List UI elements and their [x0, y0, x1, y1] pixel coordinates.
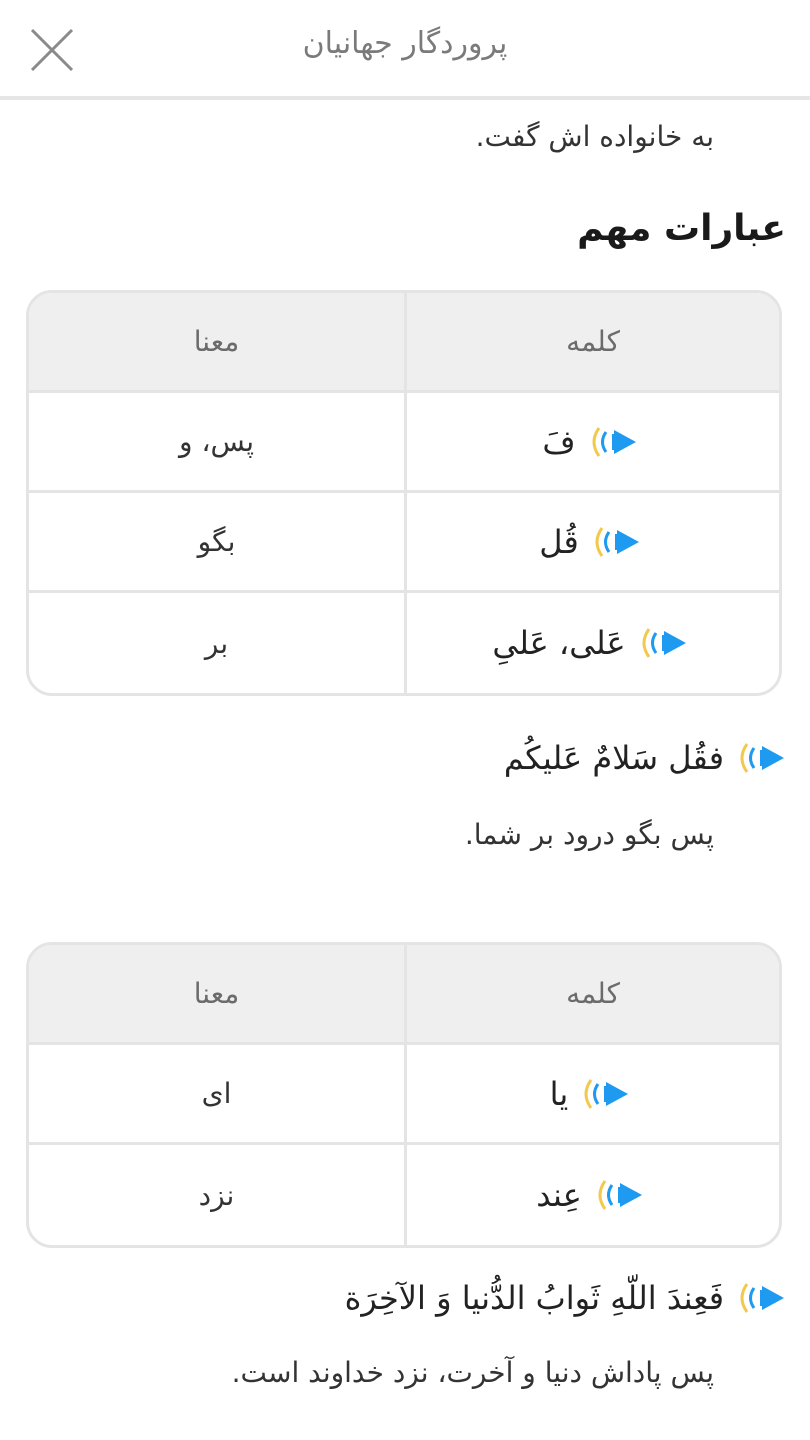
- word-text: قُل: [539, 522, 579, 561]
- meaning-cell: پس، و: [179, 425, 254, 458]
- audio-play-icon[interactable]: [732, 738, 792, 778]
- vocab-table-1: کلمه معنا فَ پس، و قُل بگو عَلی، عَلیِ ب…: [26, 290, 782, 696]
- audio-play-icon[interactable]: [590, 1175, 650, 1215]
- header-bar: پروردگار جهانیان: [0, 0, 810, 100]
- word-text: عِند: [536, 1176, 582, 1214]
- column-header-word: کلمه: [404, 293, 779, 390]
- column-header-word: کلمه: [404, 945, 779, 1042]
- word-text: فَ: [542, 422, 576, 461]
- table-row: عِند نزد: [29, 1145, 779, 1245]
- verse-text: فقُل سَلامٌ عَلیکُم: [503, 739, 724, 777]
- word-cell: عَلی، عَلیِ: [404, 593, 779, 693]
- meaning-cell: بگو: [197, 525, 236, 558]
- verse-text: فَعِندَ اللّهِ ثَوابُ الدُّنیا وَ الآخِر…: [344, 1279, 724, 1317]
- table-header-row: کلمه معنا: [29, 293, 779, 393]
- meaning-cell: نزد: [198, 1178, 235, 1212]
- meaning-cell: ای: [201, 1077, 232, 1110]
- table-row: عَلی، عَلیِ بر: [29, 593, 779, 693]
- audio-play-icon[interactable]: [576, 1074, 636, 1114]
- meaning-cell: بر: [204, 626, 229, 660]
- table-row: فَ پس، و: [29, 393, 779, 493]
- verse-line-1: فقُل سَلامٌ عَلیکُم: [504, 738, 792, 778]
- table-header-row: کلمه معنا: [29, 945, 779, 1045]
- verse-line-2: فَعِندَ اللّهِ ثَوابُ الدُّنیا وَ الآخِر…: [345, 1278, 792, 1318]
- audio-play-icon[interactable]: [732, 1278, 792, 1318]
- page-title: پروردگار جهانیان: [302, 26, 508, 61]
- word-cell: قُل: [404, 493, 779, 590]
- verse-translation: پس بگو درود بر شما.: [464, 818, 714, 851]
- word-text: یا: [549, 1074, 569, 1113]
- column-header-meaning: معنا: [193, 325, 240, 358]
- column-header-meaning: معنا: [193, 977, 240, 1010]
- word-cell: یا: [404, 1045, 779, 1142]
- intro-text: به خانواده اش گفت.: [475, 120, 714, 153]
- word-cell: فَ: [404, 393, 779, 490]
- table-row: قُل بگو: [29, 493, 779, 593]
- audio-play-icon[interactable]: [584, 422, 644, 462]
- section-title: عبارات مهم: [577, 208, 786, 249]
- verse-translation: پس پاداش دنیا و آخرت، نزد خداوند است.: [231, 1356, 714, 1389]
- word-text: عَلی، عَلیِ: [492, 624, 626, 662]
- audio-play-icon[interactable]: [587, 522, 647, 562]
- word-cell: عِند: [404, 1145, 779, 1245]
- vocab-table-2: کلمه معنا یا ای عِند نزد: [26, 942, 782, 1248]
- table-row: یا ای: [29, 1045, 779, 1145]
- audio-play-icon[interactable]: [634, 623, 694, 663]
